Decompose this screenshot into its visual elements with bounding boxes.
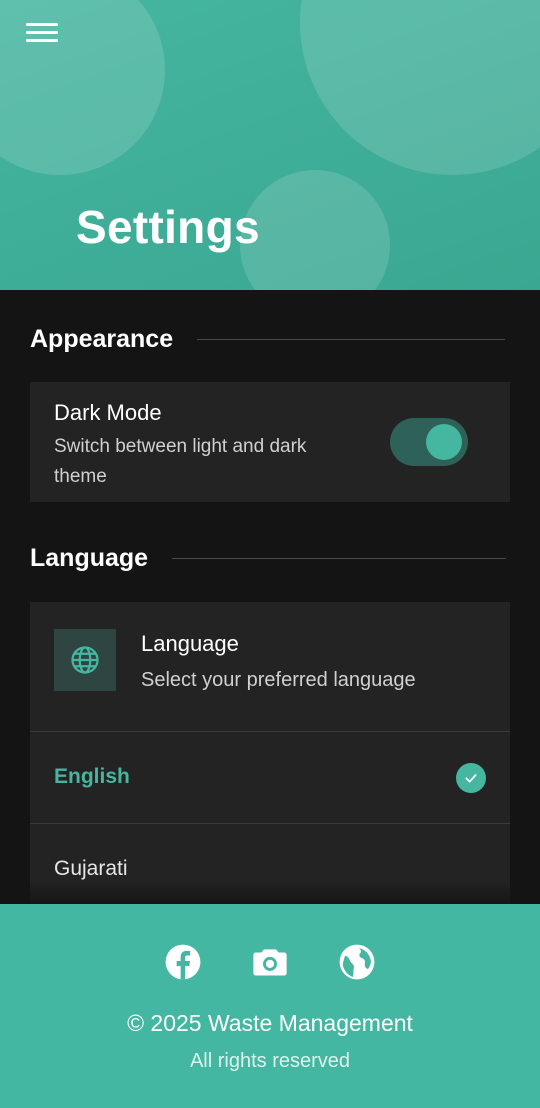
toggle-knob [426,424,462,460]
language-section-header: Language [30,541,507,575]
dark-mode-description: Switch between light and dark theme [54,436,307,487]
language-option-label: Gujarati [54,857,128,880]
settings-page: Settings Appearance Dark Mode Switch bet… [0,0,540,1108]
language-option-english[interactable]: English [30,732,510,824]
language-card: Language Select your preferred language … [30,602,510,904]
globe-icon [54,629,116,691]
language-card-description: Select your preferred language [141,669,416,691]
facebook-icon[interactable] [163,942,203,982]
globe-icon[interactable] [337,942,377,982]
decorative-circle [300,0,540,175]
language-card-title: Language [141,631,239,656]
settings-header: Settings [0,0,540,290]
scroll-fade [0,880,540,904]
language-section-title: Language [30,543,149,572]
hamburger-menu-icon[interactable] [22,18,62,48]
copyright-text: © 2025 Waste Management [127,1010,413,1036]
page-title: Settings [76,201,260,253]
decorative-circle [240,170,390,290]
dark-mode-card: Dark Mode Switch between light and dark … [30,382,510,502]
footer: © 2025 Waste Management All rights reser… [0,904,540,1108]
language-option-label: English [54,765,130,788]
camera-icon[interactable] [250,942,290,982]
section-divider [197,338,506,340]
dark-mode-title: Dark Mode [54,400,162,425]
check-icon [456,763,486,793]
language-card-header: Language Select your preferred language [30,602,510,732]
appearance-section-title: Appearance [30,324,174,353]
rights-text: All rights reserved [189,1050,351,1072]
dark-mode-toggle[interactable] [390,418,468,466]
section-divider [172,557,507,559]
appearance-section-header: Appearance [30,322,506,356]
